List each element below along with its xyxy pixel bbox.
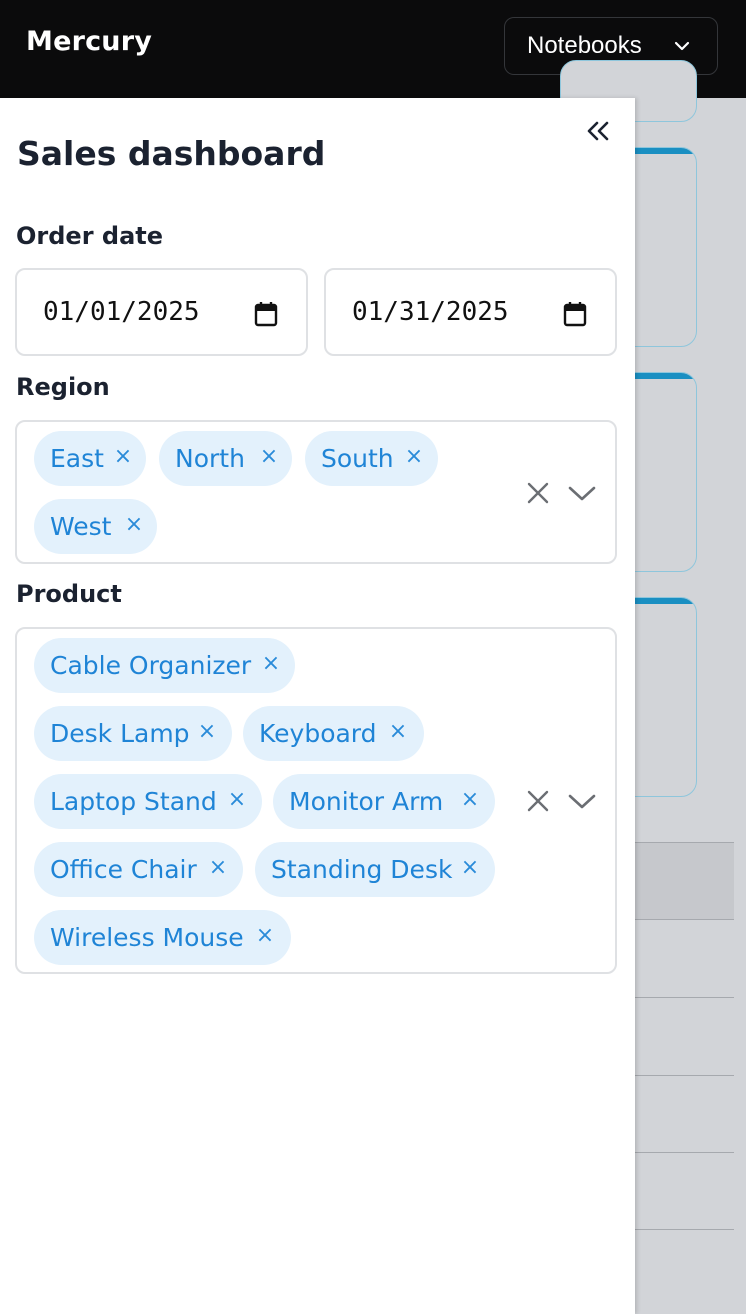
region-chip: North × — [159, 431, 292, 486]
remove-x-icon[interactable]: × — [122, 513, 146, 537]
region-chip: West × — [34, 499, 157, 554]
region-multiselect[interactable]: East × North × South × West × — [15, 420, 617, 564]
product-chip: Cable Organizer × — [34, 638, 295, 693]
order-date-end-value: 01/31/2025 — [352, 297, 509, 327]
remove-x-icon[interactable]: × — [253, 924, 277, 948]
close-icon[interactable] — [525, 480, 551, 506]
order-date-label: Order date — [16, 222, 164, 250]
product-label: Product — [16, 580, 122, 608]
chip-label: Office Chair — [50, 855, 197, 884]
chip-label: Monitor Arm — [289, 787, 444, 816]
chip-label: South — [321, 444, 394, 473]
chip-label: East — [50, 444, 104, 473]
chip-label: Keyboard — [259, 719, 377, 748]
region-chip: South × — [305, 431, 438, 486]
region-label: Region — [16, 373, 110, 401]
product-chip: Monitor Arm × — [273, 774, 495, 829]
region-chip: East × — [34, 431, 146, 486]
close-icon[interactable] — [525, 788, 551, 814]
remove-x-icon[interactable]: × — [225, 788, 249, 812]
chip-label: Desk Lamp — [50, 719, 190, 748]
product-chip: Wireless Mouse × — [34, 910, 291, 965]
chip-label: Wireless Mouse — [50, 923, 244, 952]
remove-x-icon[interactable]: × — [259, 652, 283, 676]
order-date-start-value: 01/01/2025 — [43, 297, 200, 327]
calendar-icon[interactable] — [562, 300, 588, 328]
product-chip: Office Chair × — [34, 842, 243, 897]
chevron-down-icon — [674, 41, 690, 51]
remove-x-icon[interactable]: × — [458, 788, 482, 812]
product-multiselect[interactable]: Cable Organizer × Desk Lamp × Keyboard ×… — [15, 627, 617, 974]
double-chevron-left-icon[interactable] — [582, 114, 614, 150]
remove-x-icon[interactable]: × — [111, 445, 135, 469]
page-title: Sales dashboard — [17, 134, 326, 173]
filter-sidebar: Sales dashboard Order date 01/01/2025 01… — [0, 98, 635, 1314]
remove-x-icon[interactable]: × — [458, 856, 482, 880]
chip-label: West — [50, 512, 112, 541]
brand-logo-text[interactable]: Mercury — [26, 26, 152, 57]
chip-label: North — [175, 444, 245, 473]
order-date-end-input[interactable]: 01/31/2025 — [324, 268, 617, 356]
remove-x-icon[interactable]: × — [386, 720, 410, 744]
chevron-down-icon[interactable] — [567, 786, 597, 816]
notebooks-dropdown-label: Notebooks — [527, 32, 642, 59]
product-chip: Laptop Stand × — [34, 774, 262, 829]
product-chip: Standing Desk × — [255, 842, 495, 897]
remove-x-icon[interactable]: × — [257, 445, 281, 469]
calendar-icon[interactable] — [253, 300, 279, 328]
remove-x-icon[interactable]: × — [195, 720, 219, 744]
product-chip: Desk Lamp × — [34, 706, 232, 761]
remove-x-icon[interactable]: × — [402, 445, 426, 469]
chip-label: Standing Desk — [271, 855, 453, 884]
remove-x-icon[interactable]: × — [206, 856, 230, 880]
chip-label: Cable Organizer — [50, 651, 252, 680]
order-date-start-input[interactable]: 01/01/2025 — [15, 268, 308, 356]
chevron-down-icon[interactable] — [567, 478, 597, 508]
chip-label: Laptop Stand — [50, 787, 217, 816]
product-chip: Keyboard × — [243, 706, 424, 761]
